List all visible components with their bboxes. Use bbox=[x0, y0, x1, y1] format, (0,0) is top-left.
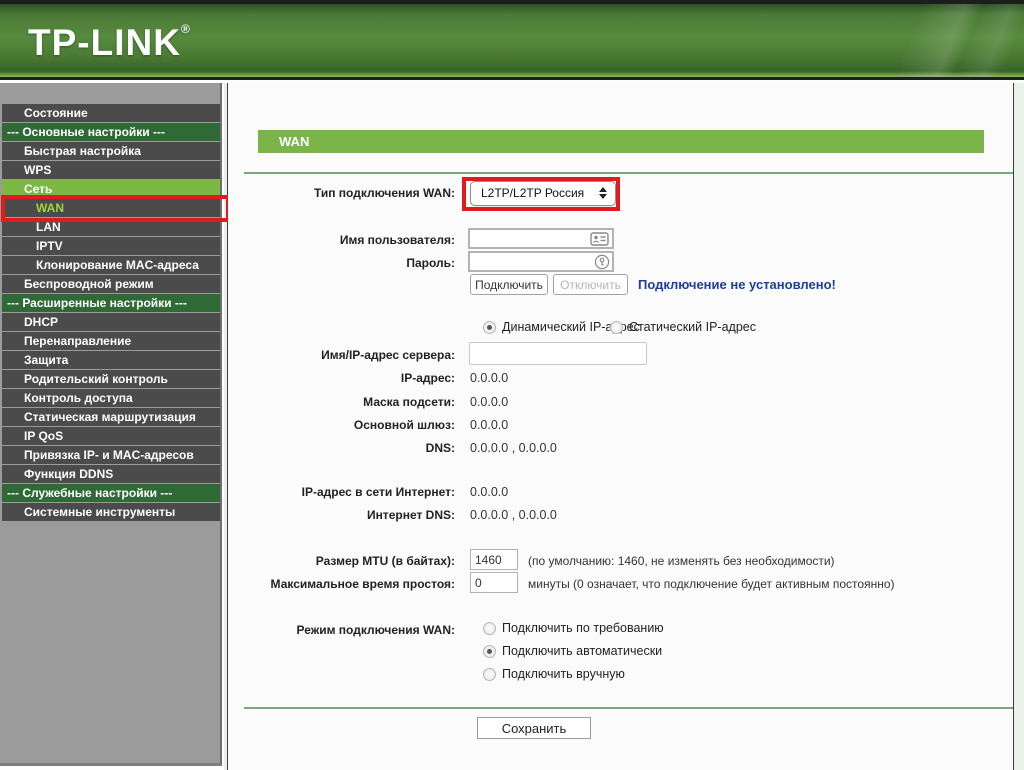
dns-value: 0.0.0.0 , 0.0.0.0 bbox=[470, 441, 557, 455]
sidebar-item-security[interactable]: Защита bbox=[2, 351, 220, 369]
internet-dns-label: Интернет DNS: bbox=[366, 508, 455, 522]
sidebar-item-iptv[interactable]: IPTV bbox=[2, 237, 220, 255]
highlight-box-wan-menu bbox=[1, 195, 230, 222]
sidebar-item-parental-control[interactable]: Родительский контроль bbox=[2, 370, 220, 388]
ip-address-value: 0.0.0.0 bbox=[470, 371, 509, 385]
sidebar-item-ip-mac-binding[interactable]: Привязка IP- и MAC-адресов bbox=[2, 446, 220, 464]
idle-time-label: Максимальное время простоя: bbox=[270, 577, 455, 591]
connect-manually-radio[interactable] bbox=[483, 668, 496, 681]
connect-manually-label[interactable]: Подключить вручную bbox=[502, 667, 625, 681]
connect-automatically-radio[interactable] bbox=[483, 645, 496, 658]
internet-dns-value: 0.0.0.0 , 0.0.0.0 bbox=[470, 508, 557, 522]
sidebar-section-basic: --- Основные настройки --- bbox=[2, 123, 220, 141]
wan-mode-label: Режим подключения WAN: bbox=[296, 623, 455, 637]
dynamic-ip-radio[interactable] bbox=[483, 321, 496, 334]
password-input[interactable] bbox=[468, 251, 614, 272]
idle-time-note: минуты (0 означает, что подключение буде… bbox=[528, 577, 895, 591]
sidebar-section-advanced: --- Расширенные настройки --- bbox=[2, 294, 220, 312]
connect-automatically-label[interactable]: Подключить автоматически bbox=[502, 644, 662, 658]
sidebar-item-ddns[interactable]: Функция DDNS bbox=[2, 465, 220, 483]
sidebar-item-wps[interactable]: WPS bbox=[2, 161, 220, 179]
header-swoosh-decoration bbox=[764, 4, 1024, 77]
gateway-label: Основной шлюз: bbox=[353, 418, 455, 432]
save-button[interactable]: Сохранить bbox=[477, 717, 591, 739]
sidebar-item-dhcp[interactable]: DHCP bbox=[2, 313, 220, 331]
mtu-note: (по умолчанию: 1460, не изменять без нео… bbox=[528, 554, 835, 568]
header-banner: TP-LINK® bbox=[0, 4, 1024, 80]
internet-ip-label: IP-адрес в сети Интернет: bbox=[301, 485, 455, 499]
idle-time-input[interactable] bbox=[470, 572, 518, 593]
sidebar-item-ip-qos[interactable]: IP QoS bbox=[2, 427, 220, 445]
page-title: WAN bbox=[258, 130, 984, 153]
connection-status-text: Подключение не установлено! bbox=[638, 277, 836, 292]
sidebar-item-static-routing[interactable]: Статическая маршрутизация bbox=[2, 408, 220, 426]
connect-on-demand-radio[interactable] bbox=[483, 622, 496, 635]
static-ip-label[interactable]: Статический IP-адрес bbox=[629, 320, 756, 334]
static-ip-radio[interactable] bbox=[610, 321, 623, 334]
right-panel-edge bbox=[1014, 83, 1024, 770]
mtu-input[interactable] bbox=[470, 549, 518, 570]
sidebar-item-forwarding[interactable]: Перенаправление bbox=[2, 332, 220, 350]
ip-address-label: IP-адрес: bbox=[400, 371, 455, 385]
sidebar-section-maintenance: --- Служебные настройки --- bbox=[2, 484, 220, 502]
sidebar-item-mac-clone[interactable]: Клонирование MAC-адреса bbox=[2, 256, 220, 274]
subnet-mask-value: 0.0.0.0 bbox=[470, 395, 509, 409]
connection-type-label: Тип подключения WAN: bbox=[313, 186, 455, 200]
internet-ip-value: 0.0.0.0 bbox=[470, 485, 509, 499]
gateway-value: 0.0.0.0 bbox=[470, 418, 509, 432]
router-admin-page: TP-LINK® Состояние --- Основные настройк… bbox=[0, 0, 1024, 770]
sidebar-item-wireless[interactable]: Беспроводной режим bbox=[2, 275, 220, 293]
sidebar-item-access-control[interactable]: Контроль доступа bbox=[2, 389, 220, 407]
main-content: WAN Тип подключения WAN: L2TP/L2TP Росси… bbox=[228, 83, 1014, 770]
connect-on-demand-label[interactable]: Подключить по требованию bbox=[502, 621, 664, 635]
sidebar-nav: Состояние --- Основные настройки --- Быс… bbox=[0, 104, 222, 522]
disconnect-button[interactable]: Отключить bbox=[553, 274, 628, 295]
server-address-input[interactable] bbox=[469, 342, 647, 365]
sidebar-item-system-tools[interactable]: Системные инструменты bbox=[2, 503, 220, 521]
connect-button[interactable]: Подключить bbox=[470, 274, 548, 295]
sidebar-item-quick-setup[interactable]: Быстрая настройка bbox=[2, 142, 220, 160]
password-label: Пароль: bbox=[406, 256, 455, 270]
registered-mark: ® bbox=[180, 22, 191, 36]
server-address-label: Имя/IP-адрес сервера: bbox=[321, 348, 455, 362]
tplink-logo: TP-LINK® bbox=[28, 22, 191, 64]
dns-label: DNS: bbox=[425, 441, 455, 455]
highlight-box-connection-type bbox=[462, 177, 620, 211]
sidebar-item-status[interactable]: Состояние bbox=[2, 104, 220, 122]
subnet-mask-label: Маска подсети: bbox=[363, 395, 455, 409]
logo-text: TP-LINK bbox=[28, 22, 181, 63]
divider-top bbox=[244, 172, 1014, 174]
divider-bottom bbox=[244, 707, 1014, 709]
username-label: Имя пользователя: bbox=[339, 233, 455, 247]
mtu-label: Размер MTU (в байтах): bbox=[315, 554, 455, 568]
username-input[interactable] bbox=[468, 228, 614, 249]
